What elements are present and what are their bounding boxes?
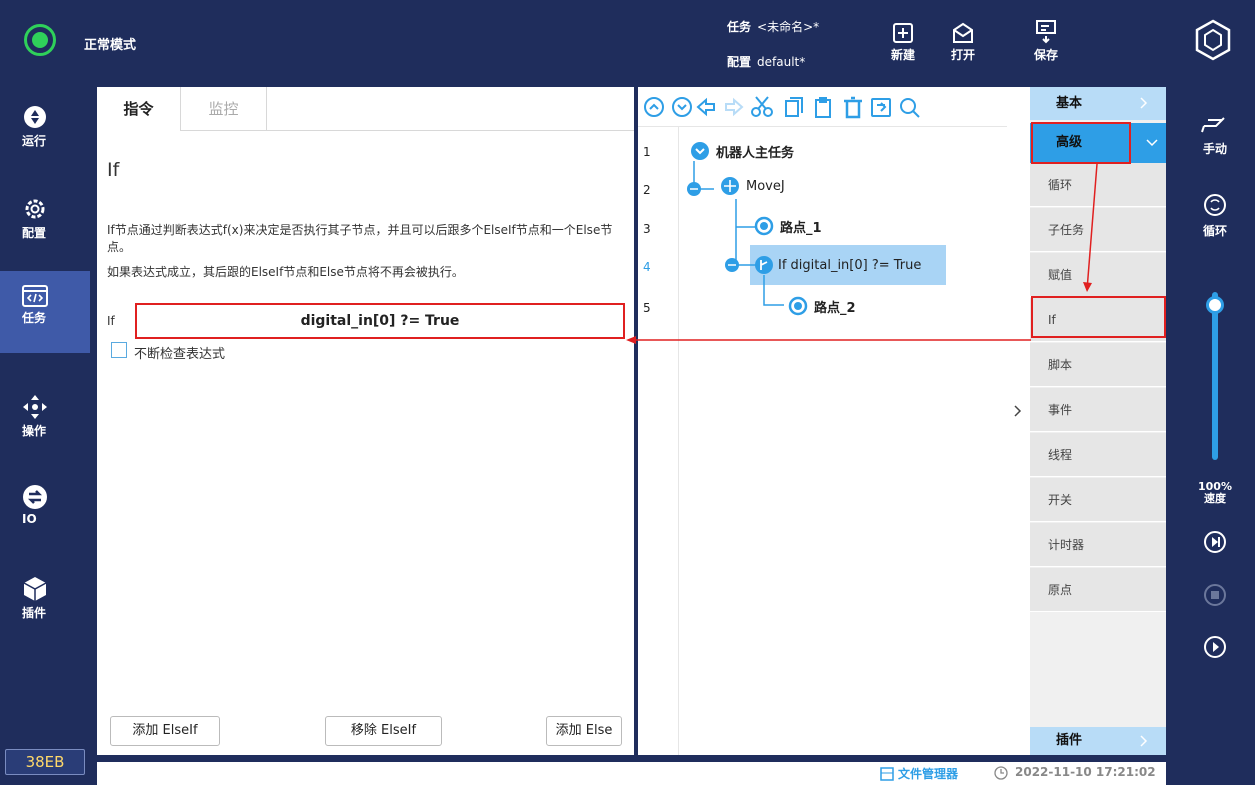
manual-label: 手动 bbox=[1202, 142, 1227, 156]
loop-mode-button[interactable]: 循环 bbox=[1195, 192, 1235, 239]
play-button[interactable] bbox=[1203, 635, 1227, 659]
datetime: 2022-11-10 17:21:02 bbox=[1015, 765, 1156, 779]
loop-label: 循环 bbox=[1202, 224, 1227, 238]
annotation-arrows bbox=[626, 163, 1098, 344]
right-control-rail: 手动 循环 100% 速度 bbox=[1173, 80, 1255, 785]
clock-icon bbox=[994, 766, 1008, 780]
stop-button[interactable] bbox=[1203, 583, 1227, 607]
step-button[interactable] bbox=[1203, 530, 1227, 554]
manual-mode-button[interactable]: 手动 bbox=[1195, 110, 1235, 157]
file-manager-icon bbox=[880, 766, 894, 781]
loop-icon bbox=[1204, 194, 1226, 216]
file-manager-link[interactable]: 文件管理器 bbox=[880, 765, 958, 782]
hand-icon bbox=[1201, 117, 1225, 133]
speed-slider-handle[interactable] bbox=[1206, 296, 1224, 315]
speed-slider[interactable] bbox=[1212, 292, 1218, 460]
speed-readout: 100% 速度 bbox=[1191, 481, 1239, 505]
speed-label: 速度 bbox=[1204, 492, 1226, 505]
status-footer: 文件管理器 2022-11-10 17:21:02 bbox=[97, 762, 1166, 785]
file-manager-label: 文件管理器 bbox=[898, 767, 959, 781]
